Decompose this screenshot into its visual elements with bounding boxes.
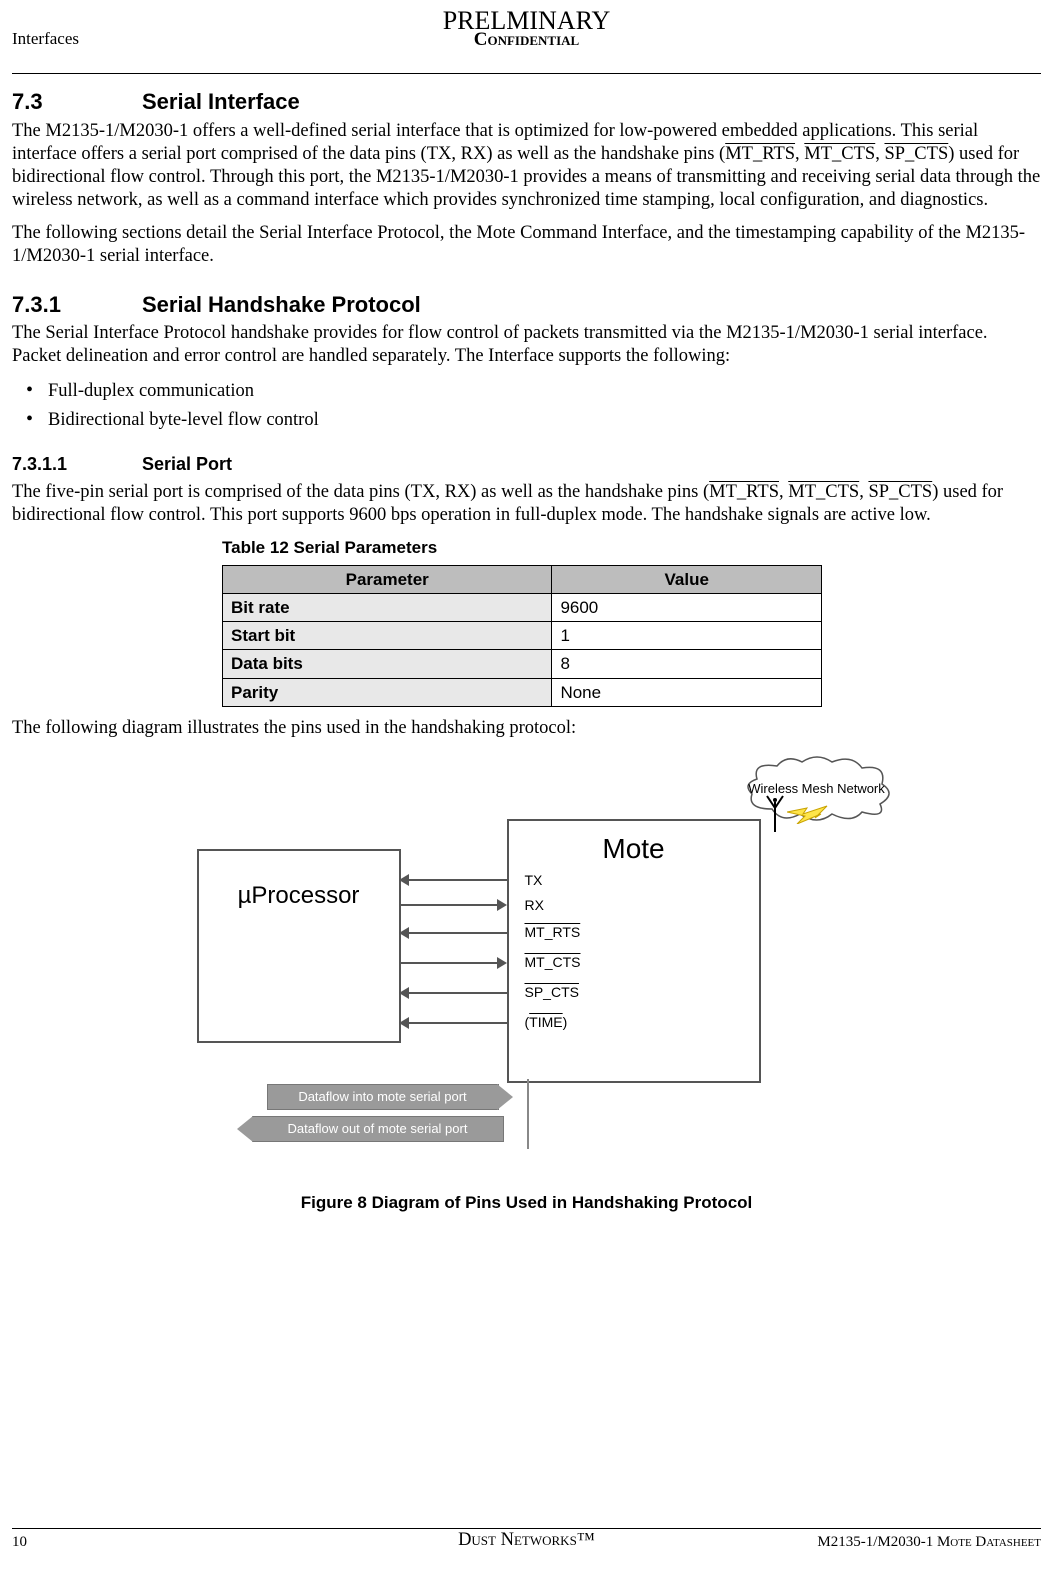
table-row: Start bit1	[223, 622, 822, 650]
heading-7-3-1: 7.3.1Serial Handshake Protocol	[12, 291, 1041, 319]
heading-7-3-1-1-title: Serial Port	[142, 454, 232, 474]
bolt-icon	[787, 804, 837, 824]
sig-tx: TX	[525, 872, 543, 890]
header-confidential: Confidential	[474, 29, 579, 50]
bullet-item: Full-duplex communication	[48, 378, 1041, 403]
figure-8-caption: Figure 8 Diagram of Pins Used in Handsha…	[12, 1192, 1041, 1213]
bullet-item: Bidirectional byte-level flow control	[48, 407, 1041, 432]
cell-value: None	[552, 678, 822, 706]
uprocessor-box: µProcessor	[197, 849, 401, 1043]
pin-sp-cts: SP_CTS	[884, 144, 948, 164]
figure-8: Wireless Mesh Network µProcessor Mote	[12, 754, 1041, 1213]
para-7-3-1: The M2135-1/M2030-1 offers a well-define…	[12, 120, 1041, 213]
sig-sp-cts: SP_CTS	[525, 984, 579, 1002]
heading-7-3-1-1: 7.3.1.1Serial Port	[12, 453, 1041, 476]
para-7-3-1-body: The Serial Interface Protocol handshake …	[12, 322, 1041, 368]
pin-mt-cts: MT_CTS	[804, 144, 875, 164]
cell-param: Start bit	[223, 622, 552, 650]
flow-out-label: Dataflow out of mote serial port	[252, 1116, 504, 1142]
table-12-caption: Table 12 Serial Parameters	[222, 537, 822, 558]
para-7-3-2: The following sections detail the Serial…	[12, 222, 1041, 268]
cell-param: Data bits	[223, 650, 552, 678]
pin-sp-cts-2: SP_CTS	[868, 482, 932, 502]
para-7-3-1-1: The five-pin serial port is comprised of…	[12, 481, 1041, 527]
mote-label: Mote	[509, 831, 759, 866]
pin-mt-rts-2: MT_RTS	[709, 482, 779, 502]
footer-center: Dust Networks™	[458, 1530, 595, 1550]
heading-7-3: 7.3Serial Interface	[12, 88, 1041, 116]
cell-value: 8	[552, 650, 822, 678]
heading-7-3-1-title: Serial Handshake Protocol	[142, 292, 421, 317]
heading-7-3-num: 7.3	[12, 88, 142, 116]
heading-7-3-1-1-num: 7.3.1.1	[12, 453, 142, 476]
para-7-3-1-1a: The five-pin serial port is comprised of…	[12, 482, 709, 502]
bullet-list: Full-duplex communication Bidirectional …	[48, 378, 1041, 432]
pin-mt-rts: MT_RTS	[725, 144, 795, 164]
flow-into-label: Dataflow into mote serial port	[267, 1084, 499, 1110]
table-row: Data bits8	[223, 650, 822, 678]
heading-7-3-1-num: 7.3.1	[12, 291, 142, 319]
sig-mt-rts: MT_RTS	[525, 924, 581, 942]
cell-param: Bit rate	[223, 593, 552, 621]
cloud-label: Wireless Mesh Network	[748, 781, 885, 797]
footer: 10 M2135-1/M2030-1 Mote Datasheet Dust N…	[12, 1524, 1041, 1552]
sig-time: TIME	[529, 1014, 562, 1030]
table-12-head-value: Value	[552, 565, 822, 593]
table-row: Bit rate9600	[223, 593, 822, 621]
mote-box: Mote	[507, 819, 761, 1083]
sig-mt-cts: MT_CTS	[525, 954, 581, 972]
table-12-head-param: Parameter	[223, 565, 552, 593]
header-rule	[12, 73, 1041, 74]
cell-value: 9600	[552, 593, 822, 621]
uprocessor-label: µProcessor	[199, 881, 399, 911]
diagram: Wireless Mesh Network µProcessor Mote	[187, 754, 867, 1174]
cell-value: 1	[552, 622, 822, 650]
pin-mt-cts-2: MT_CTS	[788, 482, 859, 502]
heading-7-3-title: Serial Interface	[142, 89, 300, 114]
antenna-icon	[765, 794, 785, 841]
post-table-para: The following diagram illustrates the pi…	[12, 717, 1041, 740]
cell-param: Parity	[223, 678, 552, 706]
table-row: ParityNone	[223, 678, 822, 706]
sig-rx: RX	[525, 897, 544, 915]
table-12: Parameter Value Bit rate9600 Start bit1 …	[222, 565, 822, 707]
